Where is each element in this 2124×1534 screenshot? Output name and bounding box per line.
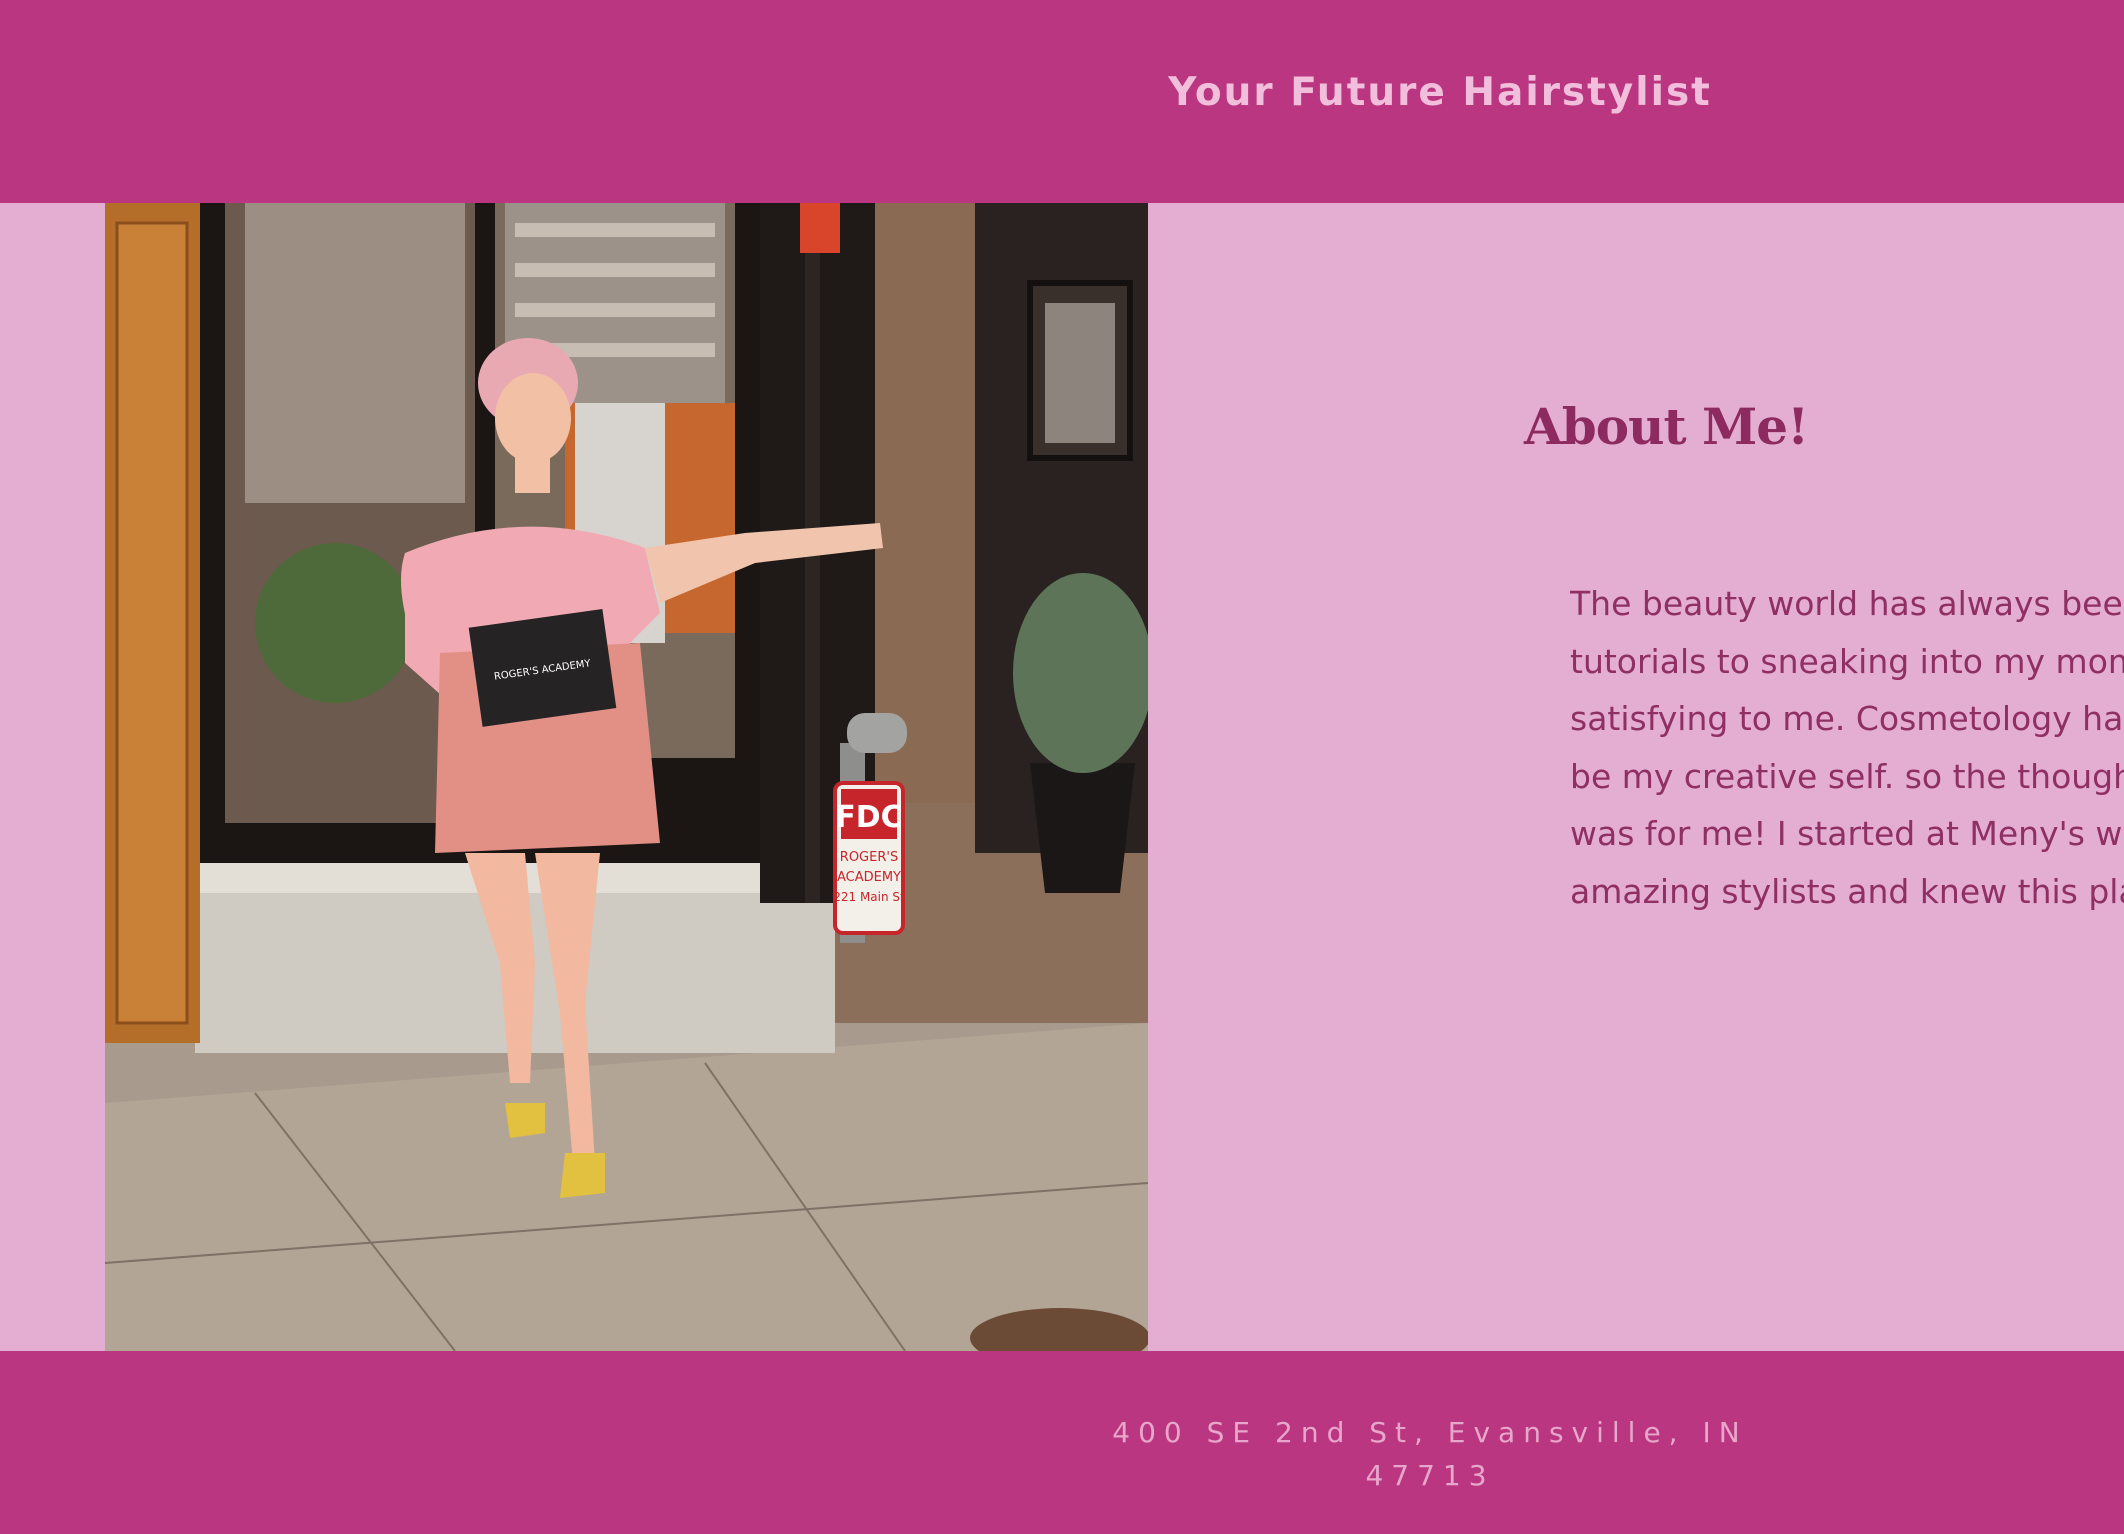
- sign-line-1: ROGER'S: [840, 850, 898, 865]
- about-text-line: amazing stylists and knew this plac: [1570, 871, 2124, 911]
- site-footer: 400 SE 2nd St, Evansville, IN 47713: [0, 1351, 2124, 1534]
- sign-line-2: ACADEMY: [837, 870, 901, 885]
- address: 400 SE 2nd St, Evansville, IN 47713: [1030, 1411, 1830, 1497]
- about-text-line: satisfying to me. Cosmetology has: [1570, 699, 2124, 738]
- about-text: The beauty world has always been tutoria…: [1570, 575, 2124, 920]
- about-text-line: be my creative self. so the thought: [1570, 756, 2124, 796]
- address-line-1: 400 SE 2nd St, Evansville, IN: [1112, 1416, 1748, 1449]
- site-title[interactable]: Your Future Hairstylist: [1060, 70, 1820, 115]
- about-text-line: tutorials to sneaking into my mom': [1570, 641, 2124, 681]
- site-header: Your Future Hairstylist: [0, 0, 2124, 203]
- about-text-line: was for me! I started at Meny's whe: [1570, 814, 2124, 853]
- about-section: FDC ROGER'S ACADEMY 221 Main St ROGER'S …: [0, 203, 2124, 1351]
- address-line-2: 47713: [1365, 1459, 1495, 1492]
- stylist-photo: FDC ROGER'S ACADEMY 221 Main St ROGER'S …: [105, 203, 1148, 1351]
- sign-line-3: 221 Main St: [833, 890, 905, 904]
- sign-brand: FDC: [835, 800, 902, 835]
- about-text-line: The beauty world has always been: [1570, 584, 2124, 623]
- about-heading: About Me!: [1524, 396, 1809, 456]
